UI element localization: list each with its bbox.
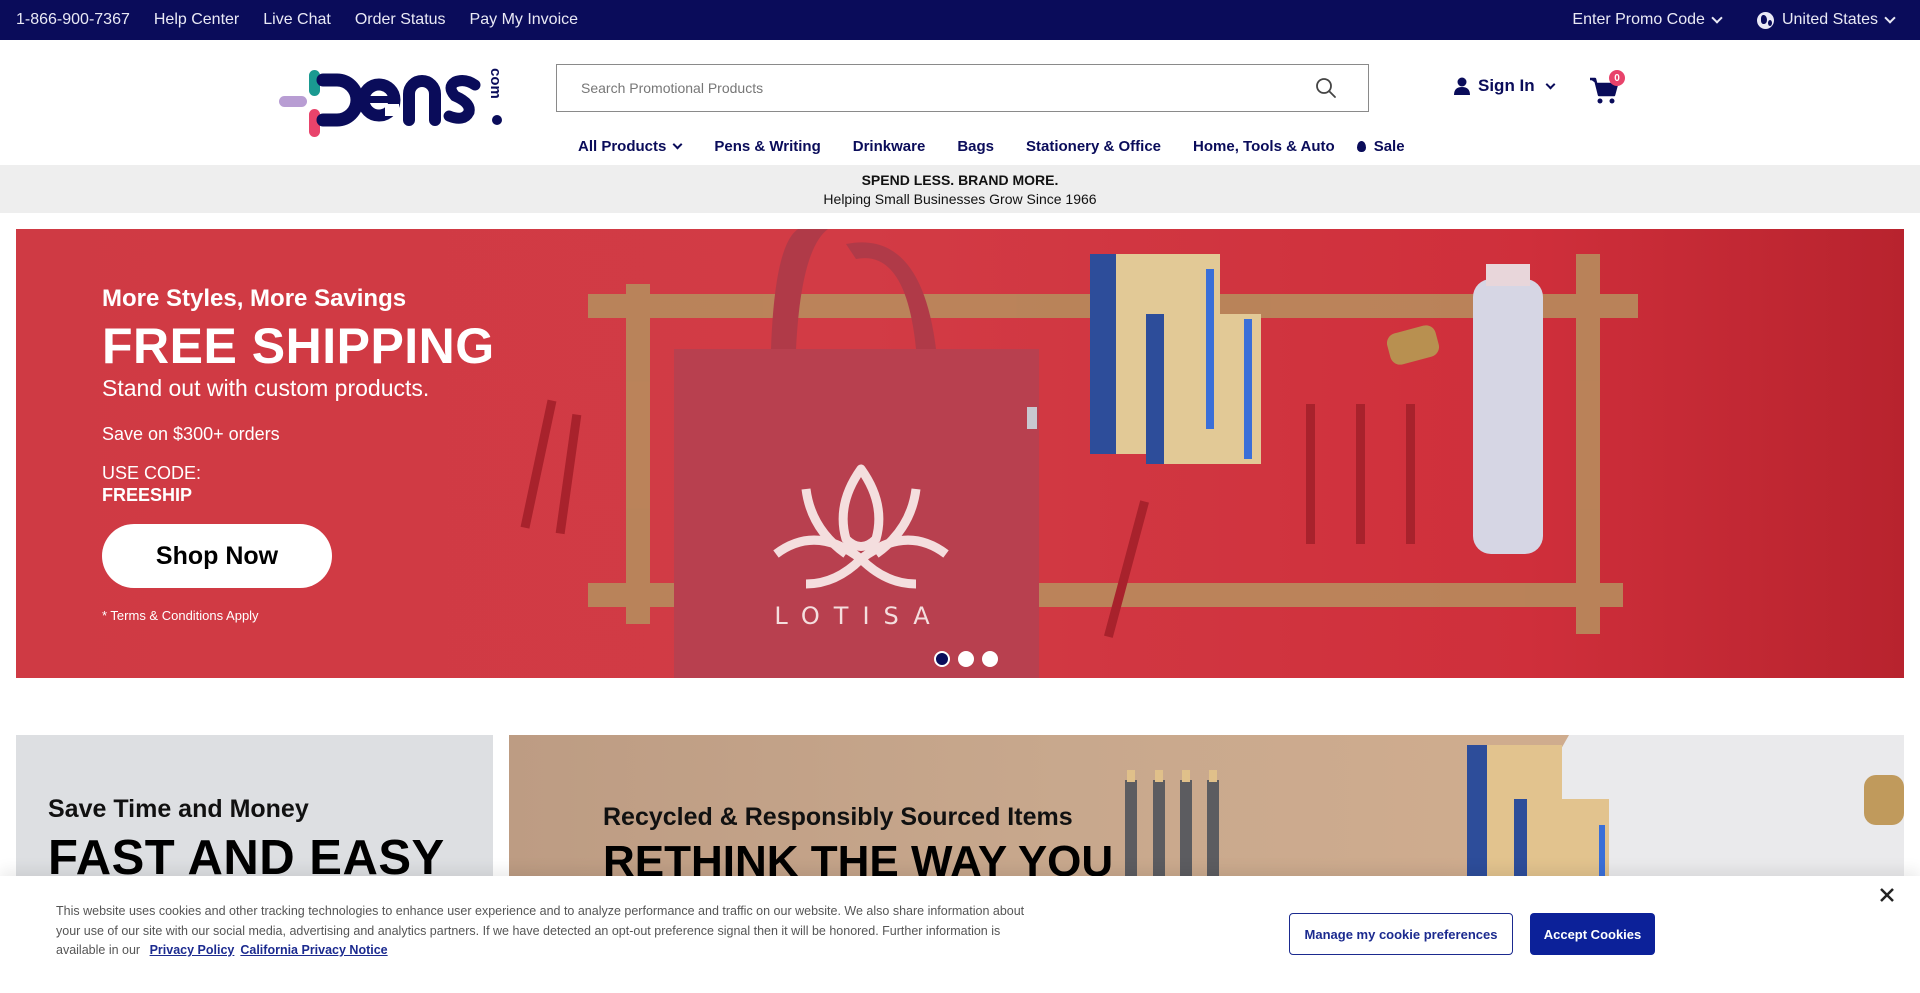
nav-bags[interactable]: Bags [957, 138, 994, 155]
hero-eyebrow: More Styles, More Savings [102, 285, 407, 312]
country-selector[interactable]: United States [1756, 11, 1896, 29]
nav-pens-writing[interactable]: Pens & Writing [714, 138, 820, 155]
svg-text:com: com [487, 68, 504, 99]
order-status-link[interactable]: Order Status [355, 11, 446, 29]
hero-subtitle: Stand out with custom products. [102, 375, 430, 401]
utility-bar: 1-866-900-7367 Help Center Live Chat Ord… [0, 0, 1920, 40]
pens-logo-icon: com [279, 68, 504, 137]
chevron-down-icon [672, 139, 683, 149]
nav-label: Sale [1373, 137, 1405, 155]
shop-now-button[interactable]: Shop Now [102, 524, 332, 588]
globe-icon [1756, 11, 1774, 29]
close-icon[interactable] [1876, 884, 1898, 906]
search-icon[interactable] [1302, 65, 1350, 111]
carousel-dot-2[interactable] [958, 651, 974, 667]
utility-links: 1-866-900-7367 Help Center Live Chat Ord… [16, 0, 578, 40]
promo-card-eyebrow: Recycled & Responsibly Sourced Items [603, 803, 1073, 831]
lotisa-brand-mark: LOTISA [774, 602, 943, 630]
nav-home-tools-auto[interactable]: Home, Tools & Auto [1193, 138, 1335, 155]
nav-sale[interactable]: Sale [1356, 137, 1405, 155]
nav-all-products[interactable]: All Products [578, 137, 683, 155]
nav-stationery-office[interactable]: Stationery & Office [1026, 138, 1161, 155]
hero-carousel: LOTISA More Styles, More Savings FREE SH… [16, 229, 1904, 678]
carousel-dots [934, 651, 998, 667]
manage-cookie-preferences-button[interactable]: Manage my cookie preferences [1289, 913, 1513, 955]
promo-card-eyebrow: Save Time and Money [48, 795, 309, 823]
hero-title: FREE SHIPPING [102, 318, 495, 374]
promo-card-recycled[interactable]: Recycled & Responsibly Sourced Items RET… [509, 735, 1904, 876]
tagline-headline: SPEND LESS. BRAND MORE. [861, 172, 1059, 188]
nav-label: Bags [957, 137, 994, 155]
promo-code-label: Enter Promo Code [1572, 11, 1705, 28]
accept-cookies-button[interactable]: Accept Cookies [1530, 913, 1655, 955]
main-nav: All Products Pens & Writing Drinkware Ba… [578, 134, 1405, 158]
user-icon [1454, 77, 1470, 95]
tagline-subline: Helping Small Businesses Grow Since 1966 [823, 191, 1097, 207]
country-label: United States [1781, 11, 1878, 28]
site-logo[interactable]: com [279, 60, 511, 140]
cookie-banner: This website uses cookies and other trac… [0, 876, 1920, 993]
utility-right: Enter Promo Code United States [1572, 0, 1896, 40]
nav-label: All Products [578, 137, 667, 155]
promo-code-label: USE CODE: [102, 463, 202, 483]
chevron-down-icon [1711, 12, 1723, 24]
sign-in-dropdown[interactable]: Sign In [1454, 76, 1556, 96]
flame-icon [1356, 140, 1366, 152]
phone-link[interactable]: 1-866-900-7367 [16, 11, 130, 29]
nav-drinkware[interactable]: Drinkware [853, 138, 926, 155]
cookie-text-block: This website uses cookies and other trac… [56, 902, 1036, 961]
promo-card-title: RETHINK THE WAY YOU [603, 837, 1114, 876]
help-center-link[interactable]: Help Center [154, 11, 239, 29]
cart-button[interactable]: 0 [1589, 70, 1625, 106]
hero-save-text: Save on $300+ orders [102, 424, 280, 444]
california-privacy-link[interactable]: California Privacy Notice [240, 943, 387, 957]
promo-code-dropdown[interactable]: Enter Promo Code [1572, 11, 1723, 29]
carousel-dot-1[interactable] [934, 651, 950, 667]
live-chat-link[interactable]: Live Chat [263, 11, 331, 29]
nav-label: Stationery & Office [1026, 137, 1162, 155]
chevron-down-icon [1884, 12, 1896, 24]
hero-copy: More Styles, More Savings FREE SHIPPING … [102, 285, 495, 623]
promo-card-fast-easy[interactable]: Save Time and Money FAST AND EASY [16, 735, 493, 876]
sign-in-label: Sign In [1478, 76, 1535, 95]
search-bar [556, 64, 1369, 112]
promo-card-title: FAST AND EASY [48, 831, 445, 876]
tagline-band: SPEND LESS. BRAND MORE. Helping Small Bu… [0, 165, 1920, 213]
pay-invoice-link[interactable]: Pay My Invoice [470, 11, 578, 29]
promo-code-value: FREESHIP [102, 485, 193, 505]
privacy-policy-link[interactable]: Privacy Policy [150, 943, 235, 957]
chevron-down-icon [1545, 79, 1556, 89]
carousel-dot-3[interactable] [982, 651, 998, 667]
nav-label: Home, Tools & Auto [1193, 137, 1335, 155]
cart-count-badge: 0 [1609, 70, 1625, 86]
terms-link[interactable]: * Terms & Conditions Apply [102, 608, 495, 623]
search-input[interactable] [557, 65, 1302, 111]
nav-label: Drinkware [852, 137, 926, 155]
nav-label: Pens & Writing [714, 137, 821, 155]
